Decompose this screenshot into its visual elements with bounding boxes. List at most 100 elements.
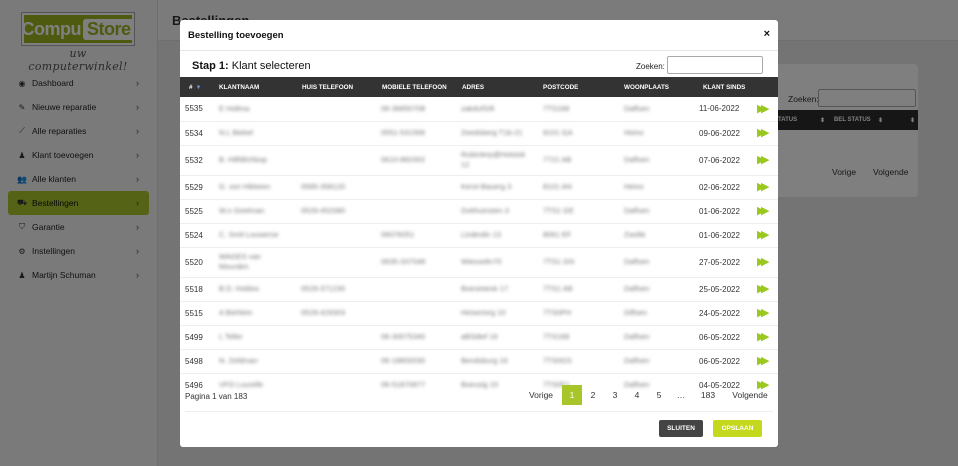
cell-klant-sinds: 27-05-2022 bbox=[699, 246, 757, 277]
col-header-postcode[interactable]: POSTCODE bbox=[537, 77, 618, 97]
cell-postcode: 7TS1 GN bbox=[543, 257, 575, 266]
cell-klant-sinds: 24-05-2022 bbox=[699, 300, 757, 325]
cell-klant-sinds: 02-06-2022 bbox=[699, 174, 757, 199]
cell-klant-sinds: 09-06-2022 bbox=[699, 120, 757, 145]
cell-klantnaam: N. Zeldman bbox=[219, 356, 258, 365]
cell-adres: aBSi8ef 16 bbox=[461, 332, 498, 341]
cell-mobiele-telefoon: 0551-531566 bbox=[381, 128, 426, 137]
cell-woonplaats: Dalfsen bbox=[624, 257, 650, 266]
pagination: Vorige 1 2 3 4 5 … 183 Volgende bbox=[180, 385, 778, 405]
cell-klantnaam: C. Smit-Louwerse bbox=[219, 230, 279, 239]
cell-klantnaam: B. Hilfdilchbop bbox=[219, 155, 267, 164]
cell-klant-sinds: 07-06-2022 bbox=[699, 144, 757, 175]
pagination-ellipsis: … bbox=[676, 390, 686, 400]
table-row[interactable]: 5499 L Teller 06-30075340 aBSi8ef 16 7TS168 D… bbox=[180, 324, 778, 349]
cell-woonplaats: Dilfsen bbox=[624, 308, 647, 317]
table-row[interactable]: 5515 A Biehlein 0529-429303 Heiseriorg 10 7T… bbox=[180, 300, 778, 325]
cell-id: 5518 bbox=[180, 276, 213, 301]
cell-adres: Wiesselin70 bbox=[461, 257, 502, 266]
cell-klant-sinds: 25-05-2022 bbox=[699, 276, 757, 301]
page-183-button[interactable]: 183 bbox=[696, 385, 720, 405]
select-customer-icon[interactable]: ▶▶ bbox=[757, 230, 769, 241]
col-header-action bbox=[757, 77, 778, 97]
close-button[interactable]: SLUITEN bbox=[659, 420, 703, 437]
close-icon[interactable]: × bbox=[764, 28, 770, 40]
table-header-row: # ▼ KLANTNAAM HUIS TELEFOON MOBIELE TELEF… bbox=[180, 77, 778, 97]
next-page-button[interactable]: Volgende bbox=[730, 385, 770, 405]
sort-desc-icon: ▼ bbox=[195, 84, 202, 91]
page-3-button[interactable]: 3 bbox=[606, 385, 624, 405]
cell-mobiele-telefoon: 06-18800030 bbox=[381, 356, 426, 365]
page-1-button[interactable]: 1 bbox=[562, 385, 582, 405]
cell-postcode: 7TS0PH bbox=[543, 308, 572, 317]
page-5-button[interactable]: 5 bbox=[650, 385, 668, 405]
modal-header: Bestelling toevoegen × bbox=[180, 20, 778, 51]
cell-postcode: 7TS168 bbox=[543, 103, 570, 113]
cell-woonplaats: Dalfsen bbox=[624, 206, 650, 215]
col-header-klantnaam[interactable]: KLANTNAAM bbox=[213, 77, 295, 97]
select-customer-icon[interactable]: ▶▶ bbox=[757, 284, 769, 295]
cell-woonplaats: Dalfsen bbox=[624, 284, 650, 293]
table-row[interactable]: 5518 B.D. Holdos 0529-371230 Boesiotesk 17 7… bbox=[180, 276, 778, 301]
col-header-huis-telefoon[interactable]: HUIS TELEFOON bbox=[295, 77, 375, 97]
cell-huis-telefoon: 0585-358120 bbox=[301, 182, 346, 191]
cell-postcode: 7TS168 bbox=[543, 332, 570, 341]
select-customer-icon[interactable]: ▶▶ bbox=[757, 332, 769, 343]
prev-page-button[interactable]: Vorige bbox=[526, 385, 556, 405]
table-row[interactable]: 5525 W.n Geelman 0529-452080 Ovkhuinsten 3 7… bbox=[180, 198, 778, 223]
select-customer-icon[interactable]: ▶▶ bbox=[757, 103, 769, 114]
step-number: Stap 1: bbox=[192, 60, 229, 72]
cell-klant-sinds: 01-06-2022 bbox=[699, 222, 757, 247]
cell-postcode: 7721 AB bbox=[543, 155, 572, 164]
select-customer-icon[interactable]: ▶▶ bbox=[757, 308, 769, 319]
select-customer-icon[interactable]: ▶▶ bbox=[757, 257, 769, 268]
cell-id: 5529 bbox=[180, 174, 213, 199]
cell-id: 5534 bbox=[180, 120, 213, 145]
page-2-button[interactable]: 2 bbox=[584, 385, 602, 405]
cell-woonplaats: Dalfsen bbox=[624, 332, 650, 341]
table-row[interactable]: 5534 N.L Biekel 0551-531566 Zeedsberg T1b-2… bbox=[180, 120, 778, 145]
add-order-modal: Bestelling toevoegen × Stap 1: Klant sel… bbox=[180, 20, 778, 447]
table-row[interactable]: 5529 G. von Hikkeen 0585-358120 Kerst-Bauer… bbox=[180, 174, 778, 199]
cell-mobiele-telefoon: 0635-337048 bbox=[381, 257, 426, 266]
select-customer-icon[interactable]: ▶▶ bbox=[757, 356, 769, 367]
table-row[interactable]: 5524 C. Smit-Louwerse 06076051 Lindeslin 13… bbox=[180, 222, 778, 247]
select-customer-icon[interactable]: ▶▶ bbox=[757, 128, 769, 139]
table-row[interactable]: 5532 B. Hilfdilchbop 0610-882002 Rubinlerp@… bbox=[180, 144, 778, 175]
cell-mobiele-telefoon: 06-30075340 bbox=[381, 332, 426, 341]
cell-id: 5525 bbox=[180, 198, 213, 223]
cell-adres: Zeedsberg T1b-21 bbox=[461, 128, 523, 137]
search-label: Zoeken: bbox=[636, 62, 665, 71]
select-customer-icon[interactable]: ▶▶ bbox=[757, 182, 769, 193]
cell-huis-telefoon: 0529-429303 bbox=[301, 308, 346, 317]
cell-woonplaats: Dalfsen bbox=[624, 103, 650, 113]
save-button[interactable]: OPSLAAN bbox=[713, 420, 762, 437]
cell-huis-telefoon: 0529-452080 bbox=[301, 206, 346, 215]
cell-id: 5515 bbox=[180, 300, 213, 325]
select-customer-icon[interactable]: ▶▶ bbox=[757, 155, 769, 166]
customer-table: # ▼ KLANTNAAM HUIS TELEFOON MOBIELE TELEF… bbox=[180, 77, 778, 397]
cell-mobiele-telefoon: 06-36850708 bbox=[381, 103, 426, 113]
col-header-klant-sinds[interactable]: KLANT SINDS bbox=[699, 77, 757, 97]
search-input[interactable] bbox=[667, 56, 763, 74]
table-row[interactable]: 5520 WAGES van Mourden 0635-337048 Wiesseli… bbox=[180, 246, 778, 277]
cell-adres: Rubinlerp@Hotsisk 12 bbox=[461, 150, 526, 169]
table-row[interactable]: 5498 N. Zeldman 06-18800030 Bendsburg 16 7TS… bbox=[180, 348, 778, 373]
cell-woonplaats: Dalfsen bbox=[624, 356, 650, 365]
col-header-id[interactable]: # ▼ bbox=[180, 77, 213, 97]
col-header-woonplaats[interactable]: WOONPLAATS bbox=[618, 77, 699, 97]
col-header-mobiele-telefoon[interactable]: MOBIELE TELEFOON bbox=[375, 77, 456, 97]
table-row[interactable]: 5535 E Hollma 06-36850708 zakdufS/8 7TS168 Da… bbox=[180, 97, 778, 121]
cell-id: 5498 bbox=[180, 348, 213, 373]
cell-klant-sinds: 01-06-2022 bbox=[699, 198, 757, 223]
cell-postcode: 7TS1 GE bbox=[543, 206, 574, 215]
cell-klantnaam: N.L Biekel bbox=[219, 128, 253, 137]
page-4-button[interactable]: 4 bbox=[628, 385, 646, 405]
select-customer-icon[interactable]: ▶▶ bbox=[757, 206, 769, 217]
cell-adres: Lindeslin 13 bbox=[461, 230, 502, 239]
col-header-adres[interactable]: ADRES bbox=[456, 77, 537, 97]
step-heading: Stap 1: Klant selecteren bbox=[192, 60, 311, 72]
cell-woonplaats: Dalfsen bbox=[624, 155, 650, 164]
cell-id: 5532 bbox=[180, 144, 213, 175]
cell-klant-sinds: 06-05-2022 bbox=[699, 324, 757, 349]
